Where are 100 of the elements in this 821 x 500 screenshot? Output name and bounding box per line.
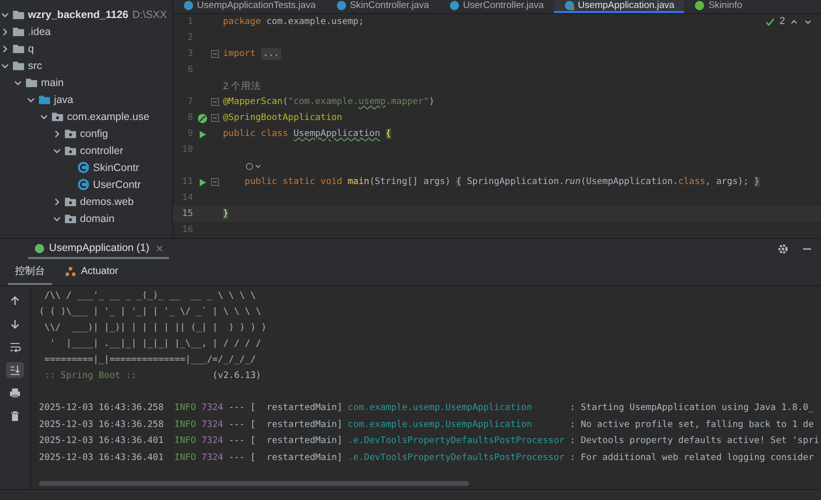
- console-tab[interactable]: Actuator: [58, 259, 126, 285]
- settings-icon[interactable]: [777, 243, 789, 255]
- line-number: 9: [186, 129, 193, 139]
- line-number: 16: [181, 225, 193, 235]
- log-time: 2025-12-03 16:43:36.258: [39, 403, 164, 414]
- log-thread: [ restartedMain]: [250, 452, 342, 463]
- log-time: 2025-12-03 16:43:36.401: [39, 436, 164, 446]
- tree-item[interactable]: main: [41, 76, 64, 88]
- log-pid: 7324: [202, 403, 224, 414]
- tree-item[interactable]: .idea: [28, 26, 51, 38]
- package-icon: [64, 212, 77, 225]
- console-line: =========|_|==============|___/=/_/_/_/: [43, 354, 257, 367]
- network-icon: [65, 266, 76, 276]
- editor-tab[interactable]: UserController.java: [439, 0, 554, 13]
- folder-icon: [12, 25, 25, 38]
- line-number: 2: [186, 33, 193, 43]
- folder-icon: [38, 93, 51, 106]
- print-icon[interactable]: [9, 387, 21, 399]
- fold-icon[interactable]: [211, 178, 219, 186]
- log-level: INFO: [174, 436, 196, 446]
- fold-icon[interactable]: [211, 98, 219, 106]
- log-pid: 7324: [202, 436, 224, 446]
- tree-item[interactable]: domain: [80, 212, 114, 224]
- line-number: 14: [181, 193, 193, 203]
- editor-tab[interactable]: UsempApplication.java: [554, 0, 684, 13]
- usages-hint[interactable]: 2 个用法: [223, 80, 261, 92]
- arrow-up-icon[interactable]: [9, 295, 21, 307]
- log-message: : No active profile set, falling back to 1 de: [570, 420, 814, 430]
- tree-item[interactable]: controller: [80, 144, 124, 156]
- console-line: ( ( )\___ | '_ | '_| | '_ \/ _` | \ \ \ \: [39, 306, 262, 319]
- code-line: public class UsempApplication {: [223, 129, 391, 139]
- folder-icon: [25, 76, 38, 89]
- problem-count: 2: [779, 16, 785, 27]
- fold-icon[interactable]: [211, 114, 219, 122]
- line-number: 1: [186, 17, 193, 27]
- code-line: public static void main(String[] args) { SpringApplication.run(UsempApplication.class, args); }: [244, 177, 760, 187]
- log-message: : For additional web related logging consider: [570, 452, 814, 463]
- log-message: : Starting UsempApplication using Java 1.8.0_: [570, 403, 814, 414]
- editor-tab[interactable]: SkinController.java: [326, 0, 440, 13]
- scroll-to-end-icon[interactable]: [9, 364, 21, 376]
- line-number: 10: [181, 145, 193, 155]
- console-line: \\/ ___)| |_)| | | | | || (_| | ) ) ) ): [43, 322, 268, 335]
- tree-item[interactable]: src: [28, 60, 42, 72]
- tree-item[interactable]: q: [28, 42, 34, 54]
- log-separator: ---: [228, 452, 245, 463]
- line-number: 11: [181, 177, 193, 187]
- console-line: ' |____| .__|_| |_|_| |_\__, | / / / /: [48, 338, 262, 351]
- scrollbar[interactable]: [39, 481, 469, 486]
- project-path: D:\SXX: [132, 8, 167, 20]
- log-pid: 7324: [202, 452, 224, 463]
- code-line: import ...: [223, 49, 282, 59]
- tree-item[interactable]: SkinContr: [93, 162, 140, 174]
- inspection-widget[interactable]: 2: [765, 16, 813, 27]
- folder-icon: [12, 59, 25, 72]
- chevron-right-icon[interactable]: [52, 128, 62, 138]
- line-number: 3: [186, 49, 193, 59]
- console-line: :: Spring Boot ::: [43, 370, 138, 383]
- log-logger: .e.DevToolsPropertyDefaultsPostProcessor: [348, 436, 565, 446]
- fold-icon[interactable]: [211, 50, 219, 58]
- tree-item[interactable]: com.example.use: [67, 110, 150, 122]
- editor-tab[interactable]: Skininfo: [684, 0, 752, 13]
- tree-item[interactable]: demos.web: [80, 196, 134, 208]
- code-line: package com.example.usemp;: [223, 17, 364, 27]
- chevron-right-icon[interactable]: [52, 196, 62, 206]
- line-number: 8: [186, 113, 193, 123]
- version-text: (v2.6.13): [212, 370, 262, 383]
- log-time: 2025-12-03 16:43:36.258: [39, 420, 164, 430]
- wrap-icon[interactable]: [9, 341, 21, 353]
- code-line: @MapperScan("com.example.usemp.mapper"): [223, 97, 434, 107]
- log-level: INFO: [174, 420, 196, 430]
- log-time: 2025-12-03 16:43:36.401: [39, 452, 164, 463]
- arrow-down-icon[interactable]: [9, 318, 21, 330]
- log-level: INFO: [174, 452, 196, 463]
- package-icon: [64, 195, 77, 208]
- folder-icon: [12, 8, 25, 21]
- code-line: @SpringBootApplication: [223, 113, 342, 123]
- project-name[interactable]: wzry_backend_1126: [28, 8, 128, 20]
- log-message: : Devtools property defaults active! Set 'spri: [570, 436, 820, 446]
- log-separator: ---: [228, 403, 245, 414]
- log-pid: 7324: [202, 420, 224, 430]
- line-number: 15: [181, 209, 193, 219]
- package-icon: [64, 144, 77, 157]
- package-icon: [64, 127, 77, 140]
- log-thread: [ restartedMain]: [250, 436, 342, 446]
- tree-item[interactable]: UserContr: [93, 178, 141, 190]
- log-logger: .e.DevToolsPropertyDefaultsPostProcessor: [348, 452, 565, 463]
- editor-tab[interactable]: UsempApplicationTests.java: [173, 0, 326, 13]
- tree-item[interactable]: java: [54, 94, 74, 106]
- close-icon[interactable]: [156, 244, 164, 252]
- console-line: /\\ / ___'_ __ _ _(_)_ __ __ _ \ \ \ \: [43, 290, 257, 303]
- trash-icon[interactable]: [9, 410, 21, 422]
- log-thread: [ restartedMain]: [250, 403, 342, 414]
- line-number: 6: [186, 65, 193, 75]
- log-thread: [ restartedMain]: [250, 420, 342, 430]
- log-separator: ---: [228, 436, 245, 446]
- log-separator: ---: [228, 420, 245, 430]
- tree-item[interactable]: config: [80, 128, 108, 140]
- assistant-icon[interactable]: [244, 162, 263, 170]
- log-logger: com.example.usemp.UsempApplication: [348, 403, 534, 414]
- check-icon: [765, 16, 776, 26]
